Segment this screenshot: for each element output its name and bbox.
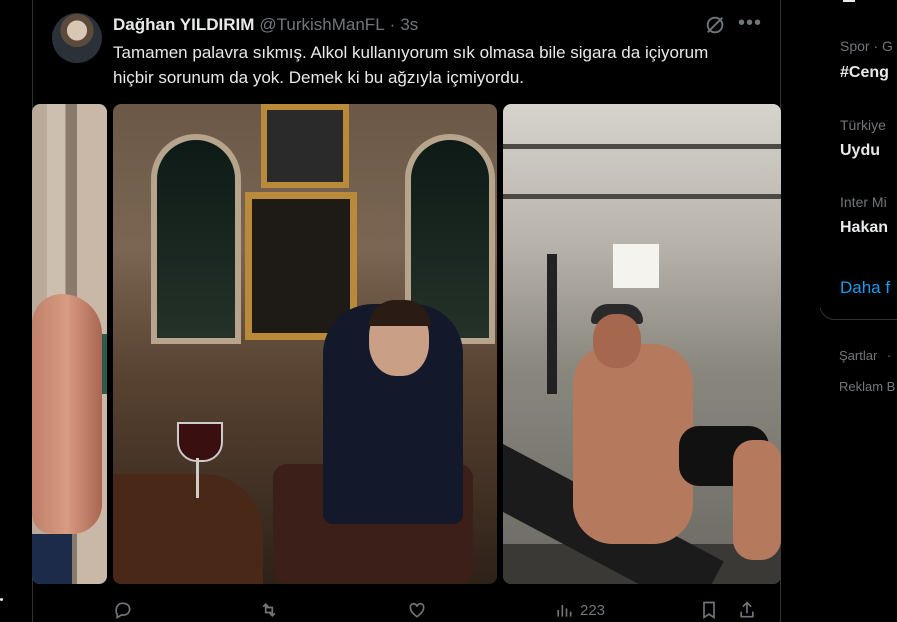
tweet-image-1[interactable] — [32, 104, 107, 584]
trend-meta-2: Türkiye — [840, 117, 886, 133]
tweet-actions: 223 — [113, 600, 763, 622]
terms-label: Şartlar — [839, 348, 878, 363]
user-handle[interactable]: @TurkishManFL — [259, 15, 384, 35]
retweet-icon — [262, 602, 276, 618]
trend-meta-3: Inter Mi — [840, 194, 887, 210]
trend-name-2[interactable]: Uydu — [840, 142, 880, 160]
share-icon — [740, 601, 754, 618]
image-2-table — [113, 474, 263, 584]
terms-link[interactable]: Şartlar · — [839, 348, 891, 363]
right-sidebar: Spor · G #Ceng Türkiye Uydu Inter Mi Hak… — [820, 0, 897, 622]
reply-icon — [115, 602, 131, 619]
views-icon — [557, 605, 572, 617]
image-1-arm — [32, 294, 102, 534]
trend-name-3[interactable]: Hakan — [840, 219, 888, 237]
tweet-image-3[interactable] — [503, 104, 781, 584]
tweet-header: Dağhan YILDIRIM @TurkishManFL · 3s — [113, 14, 418, 36]
reply-button[interactable] — [113, 600, 133, 620]
display-name[interactable]: Dağhan YILDIRIM — [113, 15, 254, 35]
ads-link[interactable]: Reklam B — [839, 379, 895, 394]
heart-icon — [409, 602, 425, 618]
edge-dot — [0, 598, 3, 601]
image-3-beam — [503, 194, 781, 199]
retweet-button[interactable] — [259, 600, 279, 620]
bookmark-button[interactable] — [699, 600, 719, 620]
image-3-head — [593, 314, 641, 368]
image-1-pants — [32, 534, 72, 584]
views-button[interactable]: 223 — [554, 600, 605, 620]
image-3-rack — [547, 254, 557, 394]
image-3-person — [573, 344, 693, 544]
tweet-text: Tamamen palavra sıkmış. Alkol kullanıyor… — [113, 43, 709, 87]
views-count: 223 — [580, 601, 606, 619]
image-2-arch-left — [151, 134, 241, 344]
image-3-beam — [503, 144, 781, 149]
share-button[interactable] — [737, 600, 757, 620]
tweet-image-2[interactable] — [113, 104, 497, 584]
panel-top-icon — [843, 0, 855, 2]
tweet-time[interactable]: 3s — [400, 15, 418, 35]
image-3-leg — [733, 440, 781, 560]
image-2-portrait-top — [261, 104, 349, 188]
image-2-wine-glass — [177, 422, 223, 462]
user-avatar[interactable] — [52, 13, 102, 63]
bookmark-icon — [703, 601, 715, 620]
trend-name-1[interactable]: #Ceng — [840, 64, 889, 82]
trend-meta-1: Spor · G — [840, 38, 893, 54]
separator-dot: · — [389, 15, 396, 34]
show-more-link[interactable]: Daha f — [840, 278, 890, 298]
grok-icon[interactable] — [704, 14, 726, 36]
more-options-icon[interactable]: ••• — [738, 12, 762, 35]
image-2-glass-stem — [196, 458, 199, 498]
image-3-window — [613, 244, 659, 288]
footer-bullet: · — [886, 348, 892, 363]
like-button[interactable] — [407, 600, 427, 620]
